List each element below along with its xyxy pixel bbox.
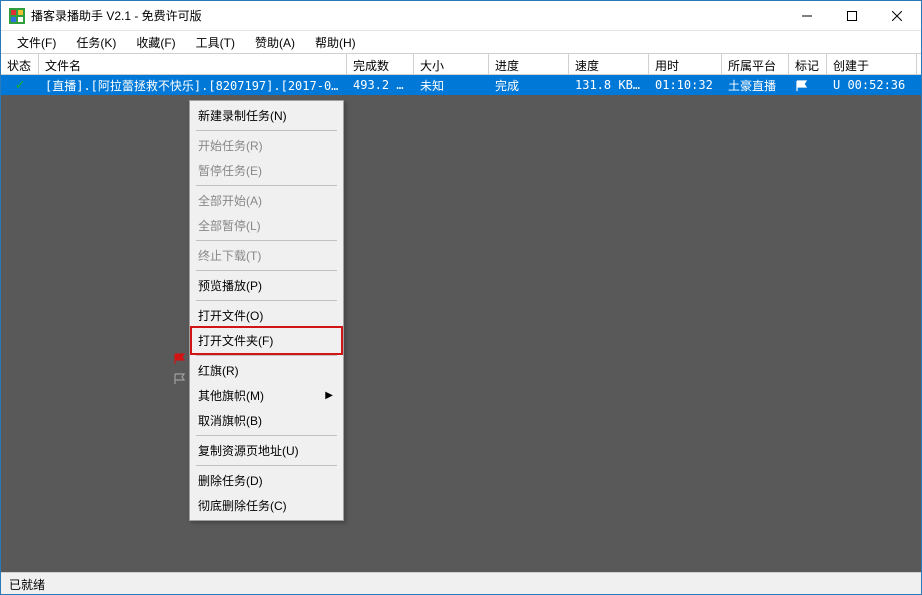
cm-stop-dl: 终止下载(T) (192, 243, 341, 268)
table-row[interactable]: ✓ [直播].[阿拉蕾拯救不快乐].[8207197].[2017-06-...… (1, 75, 921, 95)
app-icon (9, 8, 25, 24)
minimize-button[interactable] (784, 1, 829, 30)
menu-file[interactable]: 文件(F) (7, 32, 66, 53)
separator (196, 300, 337, 301)
cell-flag (789, 76, 827, 94)
cell-filename: [直播].[阿拉蕾拯救不快乐].[8207197].[2017-06-... (39, 75, 347, 96)
close-button[interactable] (874, 1, 919, 30)
column-headers: 状态 文件名 完成数 大小 进度 速度 用时 所属平台 标记 创建于 (1, 53, 921, 75)
window-controls (784, 1, 919, 30)
cm-other-flag[interactable]: 其他旗帜(M)▶ (192, 383, 341, 408)
cm-start-task: 开始任务(R) (192, 133, 341, 158)
separator (196, 270, 337, 271)
cell-size: 未知 (414, 75, 489, 96)
separator (196, 435, 337, 436)
cell-created: U 00:52:36 (827, 76, 917, 94)
col-progress[interactable]: 进度 (489, 54, 569, 74)
flag-icon (795, 80, 809, 92)
cm-pause-task: 暂停任务(E) (192, 158, 341, 183)
submenu-arrow-icon: ▶ (325, 390, 333, 401)
col-status[interactable]: 状态 (1, 54, 39, 74)
menu-help[interactable]: 帮助(H) (305, 32, 366, 53)
cell-done: 493.2 MB (347, 76, 414, 94)
cell-time: 01:10:32 (649, 76, 722, 94)
cm-new-task[interactable]: 新建录制任务(N) (192, 103, 341, 128)
cm-copy-url[interactable]: 复制资源页地址(U) (192, 438, 341, 463)
separator (196, 185, 337, 186)
cm-red-flag[interactable]: 红旗(R) (192, 358, 341, 383)
col-platform[interactable]: 所属平台 (722, 54, 789, 74)
separator (196, 240, 337, 241)
cm-cancel-flag[interactable]: 取消旗帜(B) (192, 408, 341, 433)
statusbar: 已就绪 (1, 572, 921, 594)
cm-delete-task[interactable]: 删除任务(D) (192, 468, 341, 493)
cm-pause-all: 全部暂停(L) (192, 213, 341, 238)
task-table: 状态 文件名 完成数 大小 进度 速度 用时 所属平台 标记 创建于 ✓ [直播… (1, 53, 921, 593)
menubar: 文件(F) 任务(K) 收藏(F) 工具(T) 赞助(A) 帮助(H) (1, 31, 921, 53)
cell-speed: 131.8 KB/S (569, 76, 649, 94)
cm-open-file[interactable]: 打开文件(O) (192, 303, 341, 328)
cm-delete-full[interactable]: 彻底删除任务(C) (192, 493, 341, 518)
menu-fav[interactable]: 收藏(F) (126, 32, 185, 53)
col-flag[interactable]: 标记 (789, 54, 827, 74)
col-speed[interactable]: 速度 (569, 54, 649, 74)
menu-task[interactable]: 任务(K) (66, 32, 126, 53)
cell-progress: 完成 (489, 75, 569, 96)
col-size[interactable]: 大小 (414, 54, 489, 74)
check-icon: ✓ (16, 77, 24, 93)
status-text: 已就绪 (9, 578, 45, 592)
separator (196, 355, 337, 356)
task-rows: ✓ [直播].[阿拉蕾拯救不快乐].[8207197].[2017-06-...… (1, 75, 921, 593)
context-menu: 新建录制任务(N) 开始任务(R) 暂停任务(E) 全部开始(A) 全部暂停(L… (189, 100, 344, 521)
col-created[interactable]: 创建于 (827, 54, 917, 74)
menu-donate[interactable]: 赞助(A) (245, 32, 305, 53)
status-icon: ✓ (1, 75, 39, 95)
red-flag-icon (173, 353, 187, 367)
col-done[interactable]: 完成数 (347, 54, 414, 74)
maximize-button[interactable] (829, 1, 874, 30)
menu-tools[interactable]: 工具(T) (186, 32, 245, 53)
col-time[interactable]: 用时 (649, 54, 722, 74)
cm-start-all: 全部开始(A) (192, 188, 341, 213)
cell-platform: 土豪直播 (722, 75, 789, 96)
cm-open-folder[interactable]: 打开文件夹(F) (190, 326, 343, 355)
cm-preview[interactable]: 预览播放(P) (192, 273, 341, 298)
separator (196, 130, 337, 131)
col-filename[interactable]: 文件名 (39, 54, 347, 74)
grey-flag-icon (173, 373, 187, 387)
titlebar: 播客录播助手 V2.1 - 免费许可版 (1, 1, 921, 31)
separator (196, 465, 337, 466)
window-title: 播客录播助手 V2.1 - 免费许可版 (31, 7, 784, 24)
